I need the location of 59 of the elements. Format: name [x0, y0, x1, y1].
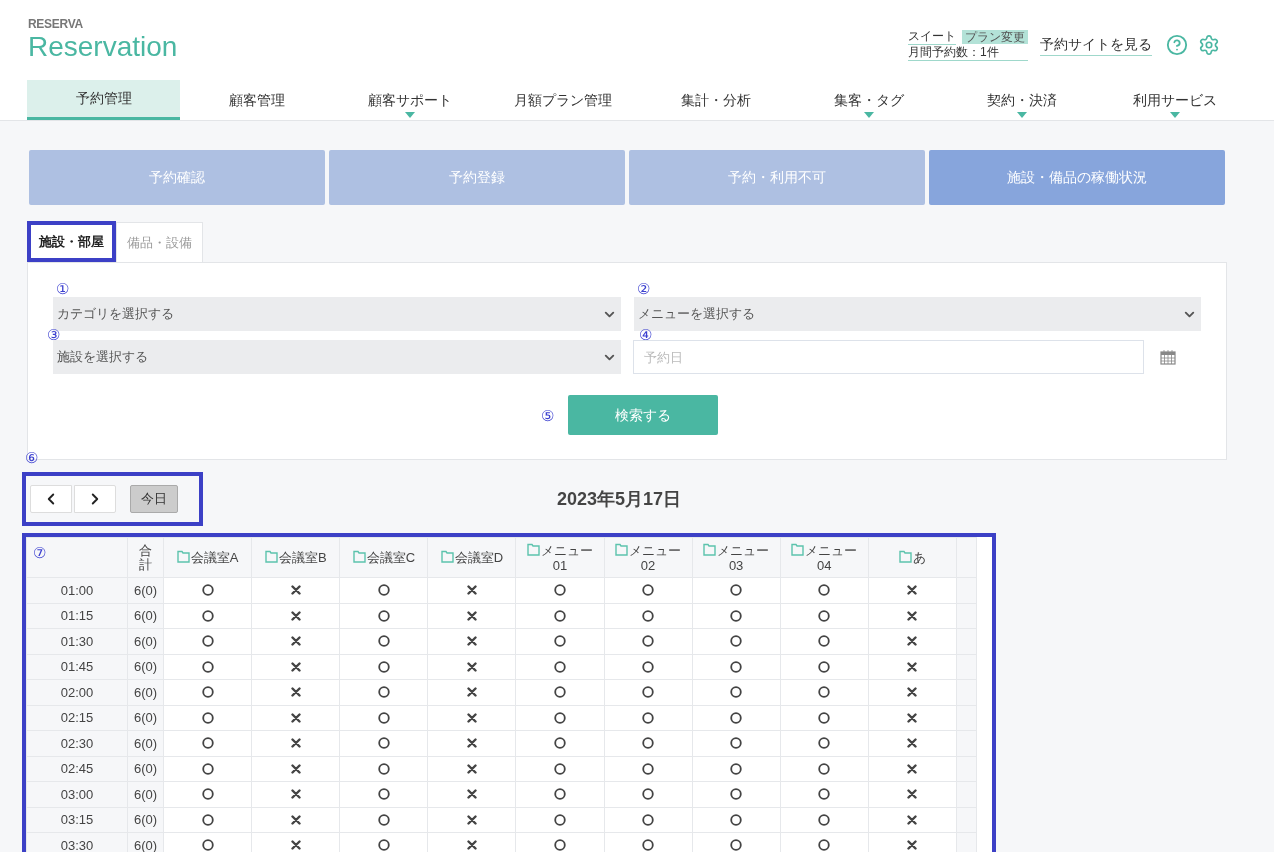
- folder-icon: [176, 550, 190, 563]
- folder-icon: [352, 550, 366, 563]
- plan-change-link[interactable]: プラン変更: [962, 30, 1028, 44]
- nav-tab[interactable]: 契約・決済: [945, 80, 1099, 120]
- calendar-icon[interactable]: [1160, 349, 1176, 365]
- column-header: メニュー01: [520, 542, 599, 573]
- time-cell: 03:00: [26, 781, 128, 807]
- folder-icon: [440, 550, 454, 563]
- annotation-number: ①: [55, 281, 70, 296]
- time-cell: 01:30: [26, 628, 128, 654]
- column-header: メニュー02: [609, 542, 688, 573]
- next-day-button[interactable]: [74, 485, 116, 513]
- previous-day-button[interactable]: [30, 485, 72, 513]
- column-header: 会議室A: [176, 550, 239, 565]
- column-header: 会議室D: [440, 550, 504, 565]
- annotation-number: ⑦: [33, 544, 46, 561]
- nav-tab[interactable]: 月額プラン管理: [486, 80, 640, 120]
- folder-icon: [615, 542, 629, 556]
- time-cell: 03:15: [26, 807, 128, 833]
- column-header: 合計: [139, 543, 153, 572]
- column-header: 会議室B: [264, 550, 327, 565]
- folder-icon: [898, 550, 912, 563]
- nav-tab[interactable]: 予約管理: [27, 80, 181, 120]
- folder-icon: [791, 542, 805, 556]
- time-cell: 03:30: [26, 832, 128, 852]
- folder-icon: [703, 542, 717, 556]
- select-field[interactable]: 施設を選択する: [53, 340, 621, 374]
- nav-tab[interactable]: 利用サービス: [1098, 80, 1252, 120]
- logo-brand: RESERVA: [28, 18, 84, 30]
- date-field[interactable]: 予約日: [633, 340, 1144, 374]
- plan-name: スイート: [908, 29, 956, 45]
- settings-icon[interactable]: [1198, 34, 1220, 56]
- nav-tab[interactable]: 集計・分析: [639, 80, 793, 120]
- column-header: あ: [898, 550, 926, 565]
- time-cell: 02:30: [26, 730, 128, 756]
- monthly-reservations: 月間予約数：1件: [908, 45, 1028, 61]
- time-cell: 01:15: [26, 603, 128, 629]
- time-cell: 01:45: [26, 654, 128, 680]
- view-site-link[interactable]: 予約サイトを見る: [1040, 34, 1152, 56]
- column-header: メニュー03: [697, 542, 776, 573]
- folder-icon: [526, 542, 540, 556]
- tab[interactable]: 施設・部屋: [31, 225, 112, 258]
- nav-tab[interactable]: 顧客サポート: [333, 80, 487, 120]
- time-cell: 01:00: [26, 577, 128, 603]
- annotation-number: ②: [635, 281, 651, 296]
- help-icon[interactable]: [1166, 34, 1188, 56]
- time-cell: 02:45: [26, 756, 128, 782]
- nav-tab[interactable]: 顧客管理: [180, 80, 334, 120]
- column-header: 会議室C: [352, 550, 415, 565]
- nav-tab[interactable]: 集客・タグ: [792, 80, 946, 120]
- annotation-number: ⑤: [540, 407, 554, 423]
- time-cell: 02:15: [26, 705, 128, 731]
- logo-title: Reservation: [28, 30, 178, 64]
- time-cell: 02:00: [26, 679, 128, 705]
- annotation-number: ⑥: [25, 449, 38, 466]
- today-button[interactable]: 今日: [130, 485, 178, 513]
- date-title: 2023年5月17日: [557, 488, 682, 511]
- column-header: メニュー04: [785, 542, 864, 573]
- folder-icon: [264, 550, 278, 563]
